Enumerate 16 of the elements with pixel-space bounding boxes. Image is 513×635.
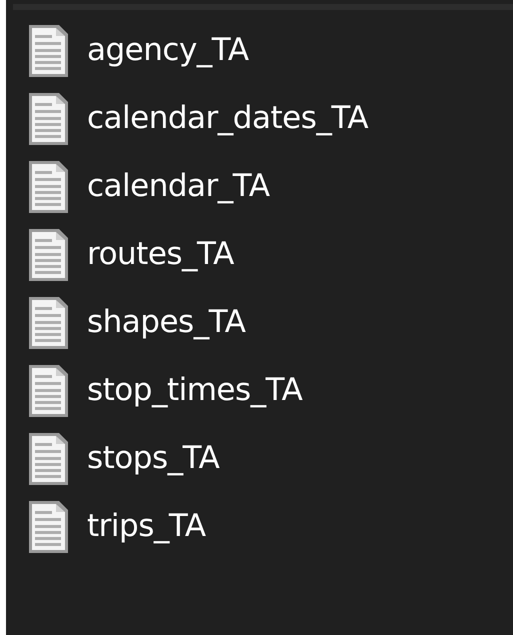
file-name[interactable]: calendar_TA [87,168,270,204]
file-name[interactable]: calendar_dates_TA [87,100,368,136]
document-icon [29,161,68,213]
file-name[interactable]: agency_TA [87,32,249,68]
document-icon [29,297,68,349]
document-icon [29,365,68,417]
file-name[interactable]: shapes_TA [87,304,246,340]
document-icon [29,433,68,485]
file-name[interactable]: trips_TA [87,508,206,544]
file-name[interactable]: stops_TA [87,440,220,476]
document-icon [29,501,68,553]
file-name[interactable]: stop_times_TA [87,372,302,408]
document-icon [29,93,68,145]
document-icon [29,229,68,281]
file-name[interactable]: routes_TA [87,236,234,272]
document-icon [29,25,68,77]
